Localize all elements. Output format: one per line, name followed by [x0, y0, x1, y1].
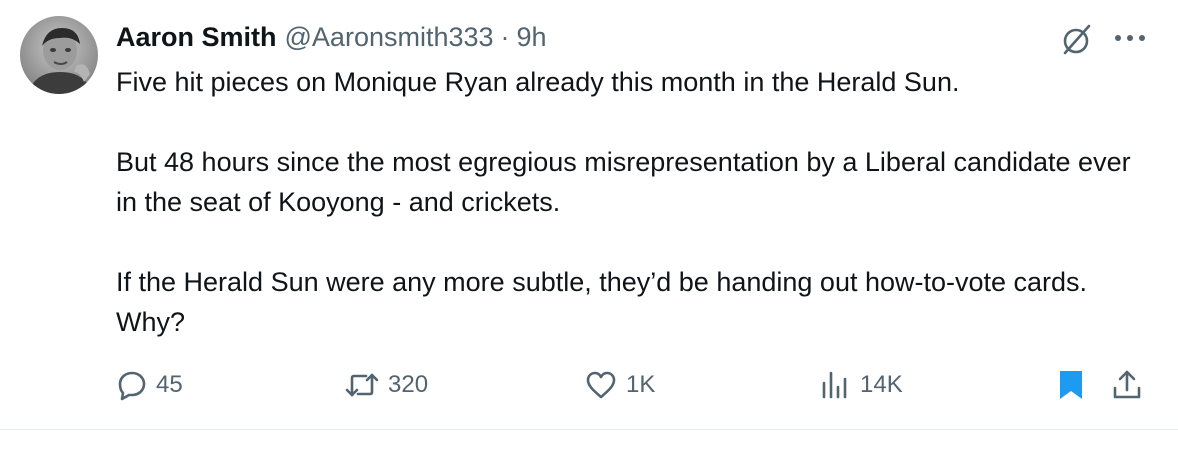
- retweet-button[interactable]: 320: [344, 362, 428, 408]
- reply-count: 45: [156, 371, 183, 398]
- timestamp[interactable]: 9h: [517, 20, 547, 54]
- share-icon: [1113, 370, 1141, 399]
- retweet-icon: [345, 373, 379, 397]
- like-count: 1K: [626, 371, 656, 398]
- tweet-paragraph: But 48 hours since the most egregious mi…: [116, 147, 1131, 217]
- reply-button[interactable]: 45: [116, 362, 183, 408]
- user-handle[interactable]: @Aaronsmith333: [285, 20, 494, 54]
- more-icon[interactable]: [1108, 20, 1152, 56]
- share-button[interactable]: [1110, 362, 1144, 408]
- heart-icon: [586, 371, 616, 399]
- grok-icon[interactable]: [1056, 18, 1098, 60]
- avatar[interactable]: [20, 16, 98, 94]
- bookmark-button[interactable]: [1056, 362, 1086, 408]
- tweet-actions: 45 320 1K 14K: [116, 362, 1156, 408]
- tweet-paragraph: If the Herald Sun were any more subtle, …: [116, 267, 1088, 337]
- avatar-image: [20, 16, 98, 94]
- tweet: Aaron Smith @Aaronsmith333 · 9h Five hit…: [0, 0, 1178, 430]
- separator-dot: ·: [500, 22, 510, 52]
- display-name[interactable]: Aaron Smith: [116, 20, 277, 54]
- tweet-header: Aaron Smith @Aaronsmith333 · 9h: [116, 20, 547, 54]
- like-button[interactable]: 1K: [584, 362, 655, 408]
- bookmark-icon: [1060, 371, 1082, 399]
- views-button[interactable]: 14K: [818, 362, 903, 408]
- views-count: 14K: [860, 371, 903, 398]
- views-icon: [822, 371, 847, 399]
- reply-icon: [118, 371, 146, 401]
- retweet-count: 320: [388, 371, 429, 398]
- tweet-paragraph: Five hit pieces on Monique Ryan already …: [116, 67, 960, 97]
- tweet-text: Five hit pieces on Monique Ryan already …: [116, 62, 1156, 342]
